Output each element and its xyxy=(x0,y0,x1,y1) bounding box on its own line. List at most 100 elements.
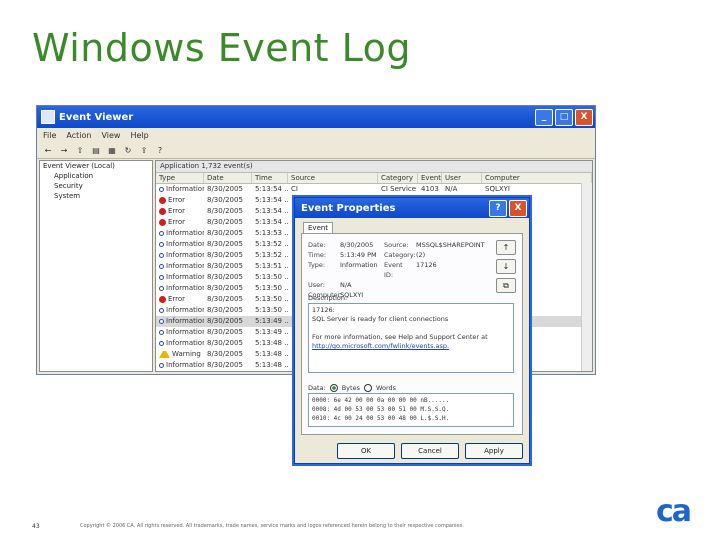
event-viewer-title: Event Viewer xyxy=(59,111,134,123)
cell-type: Information xyxy=(156,360,204,371)
column-source[interactable]: Source xyxy=(288,173,378,183)
cell-text: 8/30/2005 xyxy=(207,251,243,259)
data-line: 0008: 4d 00 53 00 53 00 51 00 M.S.S.Q. xyxy=(312,406,450,413)
properties-icon[interactable]: ▦ xyxy=(107,146,117,155)
cell-text: 5:13:48 ... xyxy=(255,350,288,358)
column-category[interactable]: Category xyxy=(378,173,418,183)
cell-text: 5:13:50 ... xyxy=(255,306,288,314)
menu-view[interactable]: View xyxy=(101,131,120,140)
column-type[interactable]: Type xyxy=(156,173,204,183)
cell-type: Information xyxy=(156,305,204,316)
event-viewer-icon xyxy=(41,110,55,124)
info-icon xyxy=(159,274,164,280)
apply-button[interactable]: Apply xyxy=(465,443,523,459)
field-key: Time: xyxy=(308,251,327,259)
cell-type: Error xyxy=(156,217,204,228)
ok-button[interactable]: OK xyxy=(337,443,395,459)
cell-date: 8/30/2005 xyxy=(204,217,252,228)
cell-type: Error xyxy=(156,294,204,305)
cell-text: 5:13:49 ... xyxy=(255,317,288,325)
cell-date: 8/30/2005 xyxy=(204,184,252,195)
slide-title: Windows Event Log xyxy=(32,26,412,70)
cell-date: 8/30/2005 xyxy=(204,294,252,305)
show-hide-tree-icon[interactable]: ▤ xyxy=(91,146,101,155)
maximize-button[interactable]: □ xyxy=(555,108,573,126)
cell-text: 5:13:48 ... xyxy=(255,339,288,347)
menu-file[interactable]: File xyxy=(43,131,56,140)
cell-date: 8/30/2005 xyxy=(204,338,252,349)
cell-text: Information xyxy=(166,251,204,259)
cell-text: Error xyxy=(168,196,186,204)
help-link[interactable]: http://go.microsoft.com/fwlink/events.as… xyxy=(312,342,510,351)
up-icon[interactable]: ⇧ xyxy=(75,146,85,155)
info-icon xyxy=(159,318,164,324)
back-icon[interactable]: ← xyxy=(43,146,53,155)
refresh-icon[interactable]: ↻ xyxy=(123,146,133,155)
next-event-button[interactable]: ↓ xyxy=(496,259,516,274)
table-row[interactable]: Information 8/30/2005 5:13:54 ... CI CI Serv… xyxy=(156,184,592,195)
tree-item-system[interactable]: System xyxy=(40,191,152,201)
forward-icon[interactable]: → xyxy=(59,146,69,155)
copy-button[interactable]: ⧉ xyxy=(496,278,516,293)
previous-event-button[interactable]: ↑ xyxy=(496,240,516,255)
cell-time: 5:13:54 ... xyxy=(252,195,288,206)
cell-date: 8/30/2005 xyxy=(204,261,252,272)
list-info: Application 1,732 event(s) xyxy=(156,161,592,173)
minimize-button[interactable]: _ xyxy=(535,108,553,126)
words-radio[interactable] xyxy=(363,384,372,392)
cell-text: Information xyxy=(166,240,204,248)
tree-item-security[interactable]: Security xyxy=(40,181,152,191)
cell-date: 8/30/2005 xyxy=(204,283,252,294)
tree-item-application[interactable]: Application xyxy=(40,171,152,181)
info-icon xyxy=(159,241,164,247)
tree-root[interactable]: Event Viewer (Local) xyxy=(40,161,152,171)
help-icon[interactable]: ? xyxy=(155,146,165,155)
cancel-button[interactable]: Cancel xyxy=(401,443,459,459)
column-user[interactable]: User xyxy=(442,173,482,183)
column-computer[interactable]: Computer xyxy=(482,173,592,183)
column-time[interactable]: Time xyxy=(252,173,288,183)
warning-icon xyxy=(159,350,170,358)
cell-user: N/A xyxy=(442,184,482,195)
column-date[interactable]: Date xyxy=(204,173,252,183)
column-event[interactable]: Event xyxy=(418,173,442,183)
cell-date: 8/30/2005 xyxy=(204,239,252,250)
tree-pane: Event Viewer (Local) Application Securit… xyxy=(39,160,153,372)
field-key2: Source: xyxy=(384,241,409,249)
cell-text: 5:13:54 ... xyxy=(255,207,288,215)
cell-text: 8/30/2005 xyxy=(207,240,243,248)
data-box[interactable]: 0000: 6e 42 00 00 0a 00 00 00 nB...... 0… xyxy=(308,393,514,427)
dialog-help-button[interactable]: ? xyxy=(489,199,507,217)
cell-date: 8/30/2005 xyxy=(204,360,252,371)
field-row: Date: 8/30/2005 Source: MSSQL$SHAREPOINT xyxy=(308,240,485,250)
field-value: 5:13:49 PM xyxy=(340,251,377,259)
cell-type: Information xyxy=(156,239,204,250)
cell-text: 8/30/2005 xyxy=(207,229,243,237)
description-line: SQL Server is ready for client connectio… xyxy=(312,315,449,323)
cell-text: 8/30/2005 xyxy=(207,273,243,281)
cell-text: 8/30/2005 xyxy=(207,317,243,325)
cell-text: Error xyxy=(168,207,186,215)
menu-help[interactable]: Help xyxy=(130,131,148,140)
cell-text: Information xyxy=(166,262,204,270)
dialog-close-button[interactable]: X xyxy=(509,199,527,217)
field-row: User: N/A xyxy=(308,280,456,290)
description-box[interactable]: 17126: SQL Server is ready for client co… xyxy=(308,303,514,373)
vertical-scrollbar[interactable] xyxy=(581,183,592,371)
field-value2: 17126 xyxy=(416,261,437,269)
dialog-titlebar: Event Properties ? X xyxy=(295,198,529,218)
cell-text: 8/30/2005 xyxy=(207,306,243,314)
tab-event[interactable]: Event xyxy=(303,222,334,233)
cell-type: Information xyxy=(156,228,204,239)
bytes-radio[interactable] xyxy=(329,384,338,392)
cell-text: 5:13:54 ... xyxy=(255,185,288,193)
close-button[interactable]: X xyxy=(575,108,593,126)
menu-action[interactable]: Action xyxy=(66,131,91,140)
cell-text: 5:13:50 ... xyxy=(255,284,288,292)
cell-type: Error xyxy=(156,206,204,217)
export-icon[interactable]: ⇪ xyxy=(139,146,149,155)
cell-type: Information xyxy=(156,184,204,195)
info-icon xyxy=(159,230,164,236)
page-number: 43 xyxy=(32,523,40,530)
cell-time: 5:13:48 ... xyxy=(252,349,288,360)
